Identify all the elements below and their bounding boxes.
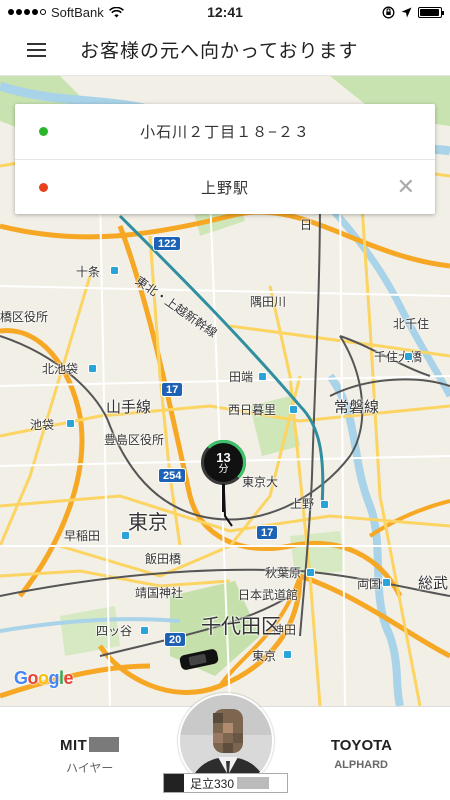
redacted-block [89,737,120,752]
vehicle-model: ALPHARD [334,759,388,771]
route-shield-17b: 17 [256,525,279,540]
pickup-dot-icon [39,127,48,136]
map-label-yamanote: 山手線 [106,399,152,416]
map-label-iidabashi: 飯田橋 [145,552,182,566]
license-plate: 足立330 [163,773,288,793]
map-label-tabata: 田端 [229,370,254,384]
hamburger-menu-icon[interactable] [10,24,62,76]
map-label-sobu: 総武 [418,575,449,592]
redacted-block [237,777,270,789]
driver-panel[interactable]: MIT ハイヤー 足立330 TOYOTA ALPHARD [0,693,450,800]
map-label-kitasenju: 北千住 [393,317,430,331]
clock: 12:41 [207,4,243,20]
wifi-icon [108,6,124,17]
route-shield-122: 122 [153,236,182,251]
battery-level [420,8,439,16]
vehicle-brand: TOYOTA [330,737,392,754]
pickup-address: 小石川２丁目１８−２３ [140,124,310,141]
rotation-lock-icon [382,6,395,18]
map-label-ryogoku: 両国 [357,577,382,591]
pin-stem [222,484,225,512]
map-label-nishinippori: 西日暮里 [228,403,277,417]
station-icon [121,531,130,540]
route-card: 小石川２丁目１８−２３ 上野駅 ✕ [15,104,435,214]
map-label-ueno: 上野 [290,497,315,511]
station-icon [88,364,97,373]
map-label-todai: 東京大 [242,475,279,489]
vehicle-type: ハイヤー [66,761,114,775]
station-icon [289,405,298,414]
signal-strength-icon [8,9,46,15]
vehicle-company: MIT [60,737,120,754]
station-icon [110,266,119,275]
status-bar: SoftBank 12:41 [0,0,450,24]
carrier-label: SoftBank [51,4,104,20]
status-right [382,6,444,19]
google-logo: Google [14,668,74,688]
plate-number: 足立330 [190,776,235,791]
map-label-kitaikebukuro: 北池袋 [42,362,79,376]
destination-row[interactable]: 上野駅 ✕ [15,159,435,214]
eta-progress-ring [201,440,246,485]
destination-address: 上野駅 [200,179,249,197]
route-shield-20: 20 [164,632,187,647]
close-icon[interactable]: ✕ [397,176,415,198]
map-label-akihabara: 秋葉原 [265,566,302,580]
station-icon [258,372,267,381]
page-title: お客様の元へ向かっております [80,41,359,62]
station-icon [382,578,391,587]
station-icon [66,419,75,428]
map-label-toshima: 豊島区役所 [104,433,165,447]
map-label-tokyo: 東京 [128,512,168,534]
destination-dot-icon [39,182,48,192]
station-icon [306,568,315,577]
eta-pin: 13 分 [201,440,246,485]
station-icon [283,650,292,659]
map-label-itabashi: 橋区役所 [0,310,49,324]
station-icon [140,626,149,635]
ride-tracking-screen: SoftBank 12:41 お客様の元へ向かっております 十条 橋区役所 北池… [0,0,450,800]
route-shield-254: 254 [158,468,187,483]
pickup-row[interactable]: 小石川２丁目１８−２３ [15,104,435,159]
vehicle-company-name: MIT [60,737,88,754]
status-left: SoftBank [8,5,124,20]
location-arrow-icon [401,7,412,17]
map-label-senjuohashi: 千住大橋 [374,350,423,364]
route-shield-17a: 17 [161,382,184,397]
map-label-juso: 十条 [76,265,101,279]
map-label-ikebukuro: 池袋 [30,418,55,432]
map-label-nippori-kanji: 日 [300,218,313,232]
battery-icon [418,6,444,18]
map-label-tokyo-station: 東京 [252,649,277,663]
station-icon [320,500,329,509]
map-label-budokan: 日本武道館 [238,588,299,602]
map-label-waseda: 早稲田 [64,529,101,543]
map-label-yotsuya: 四ッ谷 [96,624,133,638]
map-label-sumidagawa: 隅田川 [250,295,287,309]
map-label-chiyoda: 千代田区 [201,616,281,638]
map-label-joban: 常磐線 [334,399,380,416]
station-icon [404,352,413,361]
map-label-yasukuni: 靖国神社 [135,586,184,600]
plate-badge-icon [164,774,184,792]
app-header: お客様の元へ向かっております [0,24,450,76]
